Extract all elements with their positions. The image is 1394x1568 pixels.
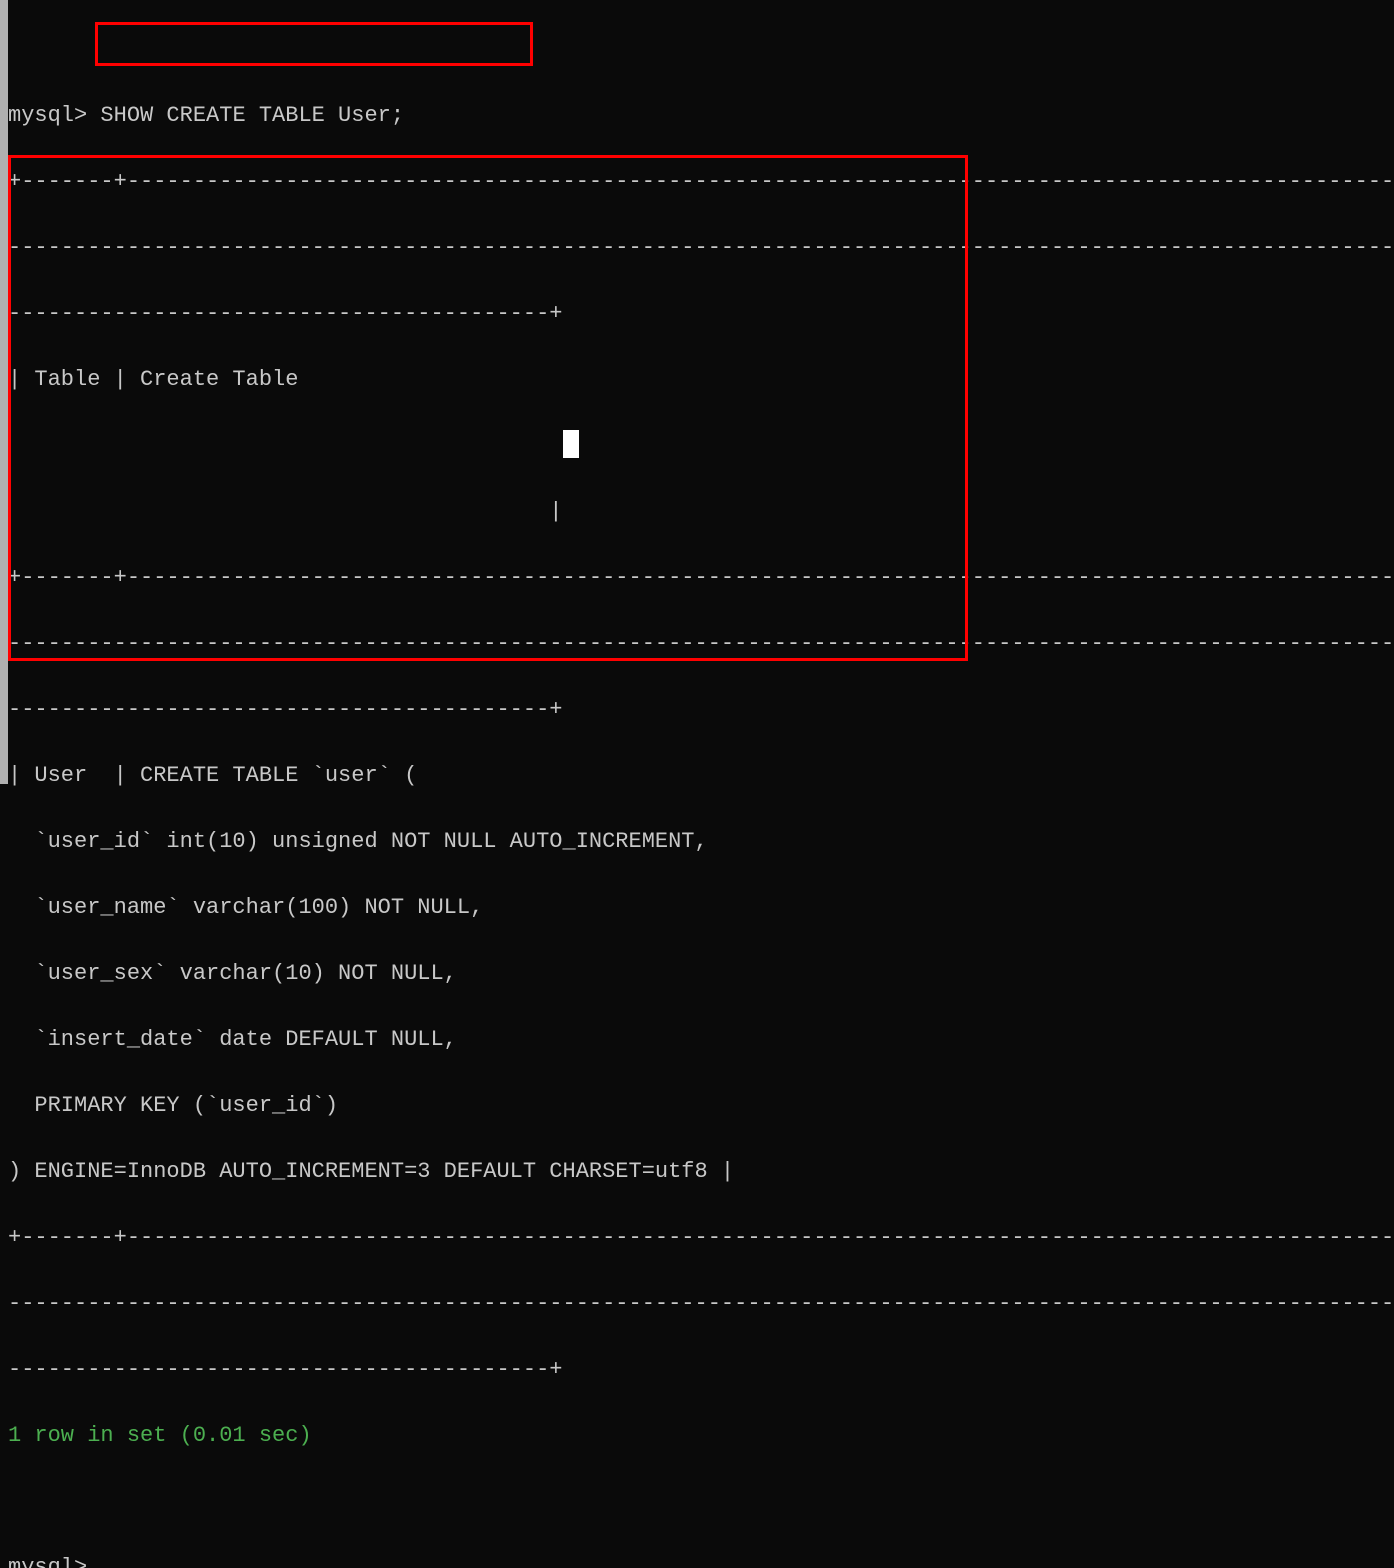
empty-line (8, 1485, 1394, 1518)
column-def: `user_name` varchar(100) NOT NULL, (8, 891, 1394, 924)
separator-line: ----------------------------------------… (8, 1353, 1394, 1386)
result-line: 1 row in set (0.01 sec) (8, 1419, 1394, 1452)
separator-line: ----------------------------------------… (8, 231, 1394, 264)
cursor-line (8, 429, 1394, 462)
separator-line: ----------------------------------------… (8, 1287, 1394, 1320)
mysql-prompt: mysql> (8, 103, 87, 128)
empty-line (8, 33, 1394, 66)
separator-line: +-------+-------------------------------… (8, 561, 1394, 594)
terminal-output[interactable]: mysql> SHOW CREATE TABLE User; +-------+… (0, 0, 1394, 1568)
mysql-prompt: mysql> (8, 1551, 1394, 1568)
create-table-line: | User | CREATE TABLE `user` ( (8, 759, 1394, 792)
column-def: `insert_date` date DEFAULT NULL, (8, 1023, 1394, 1056)
column-def: `user_sex` varchar(10) NOT NULL, (8, 957, 1394, 990)
separator-line: ----------------------------------------… (8, 297, 1394, 330)
separator-line: +-------+-------------------------------… (8, 1221, 1394, 1254)
sql-command: SHOW CREATE TABLE User; (87, 103, 404, 128)
spacer-line: | (8, 495, 1394, 528)
column-def: `user_id` int(10) unsigned NOT NULL AUTO… (8, 825, 1394, 858)
separator-line: ----------------------------------------… (8, 693, 1394, 726)
table-header: | Table | Create Table (8, 363, 1394, 396)
separator-line: ----------------------------------------… (8, 627, 1394, 660)
separator-line: +-------+-------------------------------… (8, 165, 1394, 198)
primary-key: PRIMARY KEY (`user_id`) (8, 1089, 1394, 1122)
command-line: mysql> SHOW CREATE TABLE User; (8, 99, 1394, 132)
engine-line: ) ENGINE=InnoDB AUTO_INCREMENT=3 DEFAULT… (8, 1155, 1394, 1188)
cursor-icon (563, 430, 579, 458)
